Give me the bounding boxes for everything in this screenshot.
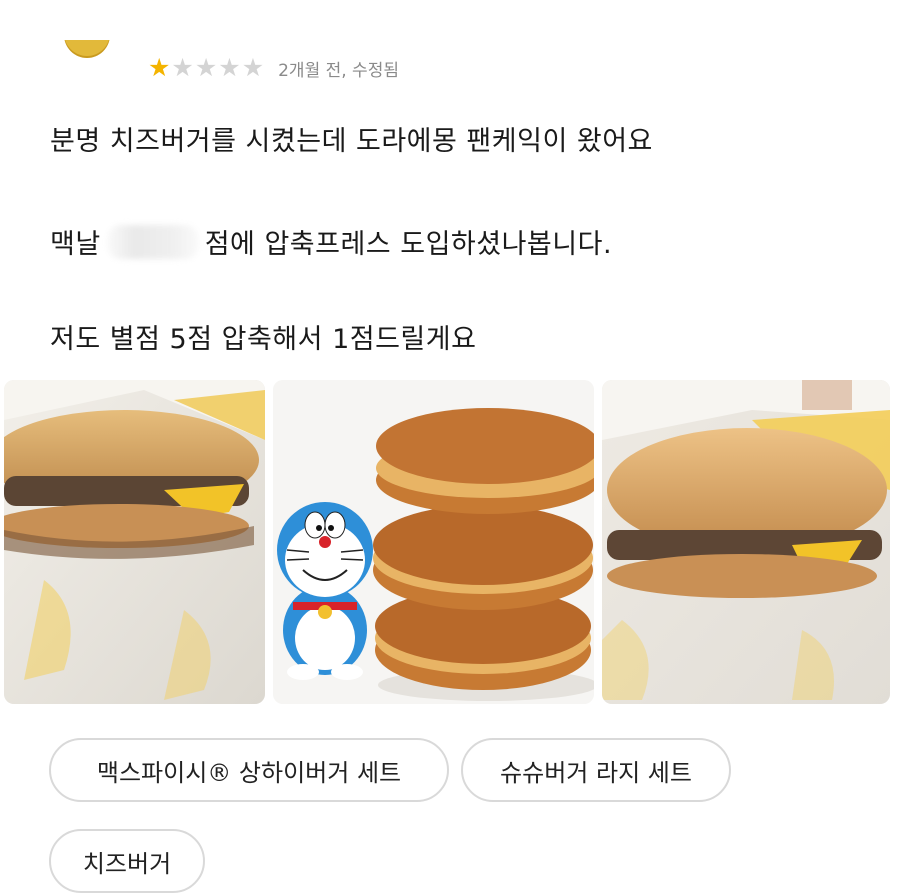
user-avatar[interactable] — [64, 40, 110, 62]
review-photo-doraemon-pancake[interactable] — [273, 380, 594, 704]
review-text-suffix: 점에 압축프레스 도입하셨나봅니다. — [204, 229, 613, 260]
review-timestamp: 2개월 전, 수정됨 — [278, 60, 399, 81]
star-icon: ★ — [194, 53, 218, 82]
star-icon: ★ — [171, 53, 194, 82]
review-text-line-1: 분명 치즈버거를 시켰는데 도라에몽 팬케익이 왔어요 — [50, 126, 653, 157]
star-icon: ★ — [148, 53, 171, 82]
review-text-prefix: 맥날 — [50, 229, 101, 260]
star-rating: ★ ★ ★ ★ ★ — [148, 54, 264, 82]
ordered-item-chip[interactable]: 슈슈버거 라지 세트 — [461, 738, 731, 802]
ordered-item-chip[interactable]: 맥스파이시® 상하이버거 세트 — [49, 738, 449, 802]
star-icon: ★ — [218, 53, 241, 82]
blurred-store-name — [106, 224, 199, 259]
review-photo-burger-2[interactable] — [602, 380, 890, 704]
review-text-line-3: 저도 별점 5점 압축해서 1점드릴게요 — [50, 324, 477, 355]
ordered-item-chip[interactable]: 치즈버거 — [49, 829, 205, 893]
rating-row: ★ ★ ★ ★ ★ 2개월 전, 수정됨 — [148, 54, 399, 82]
star-icon: ★ — [241, 53, 265, 82]
review-text-line-2: 맥날 점에 압축프레스 도입하셨나봅니다. — [50, 222, 612, 261]
review-photo-burger-1[interactable] — [4, 380, 265, 704]
review-photos — [4, 380, 894, 704]
